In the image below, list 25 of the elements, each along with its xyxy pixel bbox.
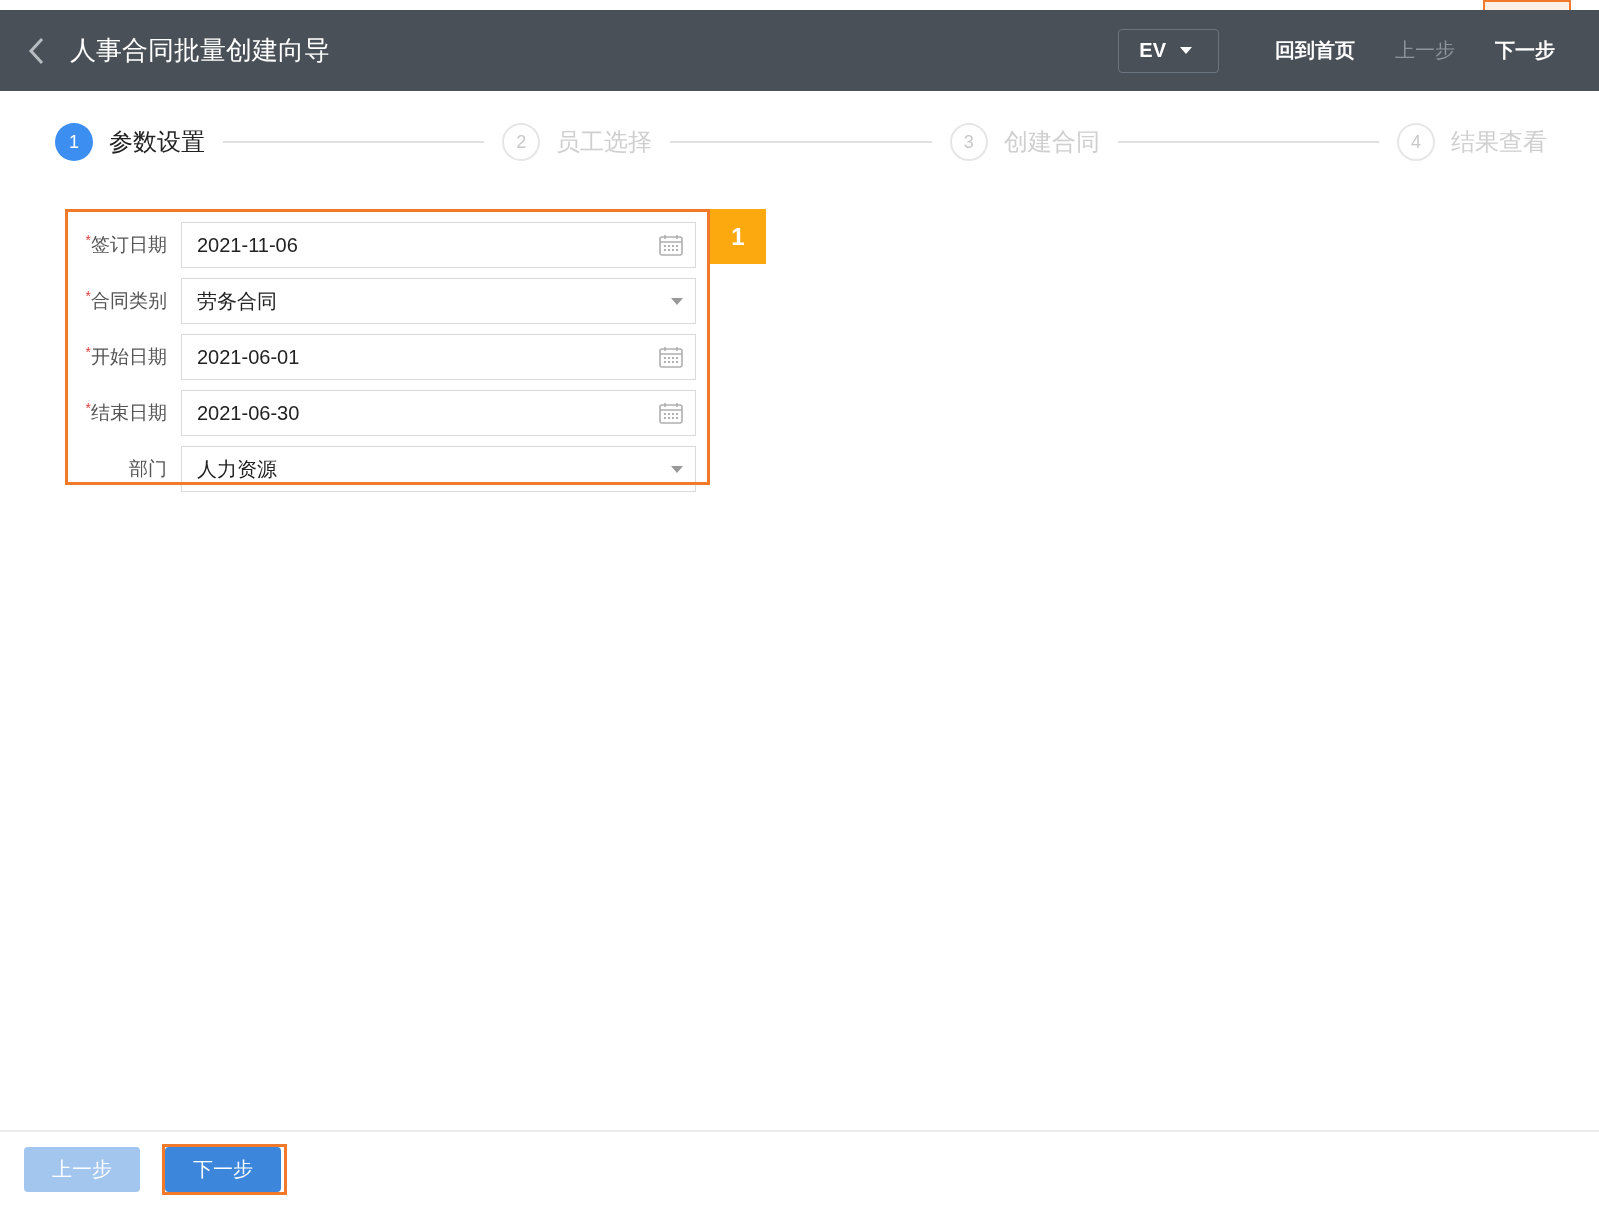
dropdown-caret-icon[interactable] <box>671 465 683 473</box>
step-label[interactable]: 参数设置 <box>109 126 205 158</box>
caret-icon <box>1180 47 1192 54</box>
field-label: *签订日期 <box>84 232 168 257</box>
calendar-icon[interactable] <box>659 234 683 256</box>
select-field[interactable]: 人力资源 <box>181 446 696 492</box>
select-field[interactable]: 劳务合同 <box>181 278 696 324</box>
dropdown-caret-icon[interactable] <box>671 297 683 305</box>
date-field[interactable]: 2021-06-01 <box>181 334 696 380</box>
window-title: 人事合同批量创建向导 <box>70 34 331 67</box>
annotation-badge: 1 <box>710 209 766 264</box>
header-link[interactable]: 回到首页 <box>1275 33 1355 68</box>
step-number: 1 <box>55 123 93 161</box>
field-label: 部门 <box>128 457 168 481</box>
calendar-icon[interactable] <box>659 346 683 368</box>
step-button[interactable]: 下一步 <box>165 1147 281 1192</box>
language-dropdown[interactable]: EV <box>1118 28 1219 73</box>
field-label: *合同类别 <box>84 288 168 313</box>
back-icon[interactable] <box>28 36 44 65</box>
calendar-icon[interactable] <box>659 402 683 424</box>
field-label: *开始日期 <box>84 344 168 369</box>
field-label: *结束日期 <box>84 400 168 425</box>
date-field[interactable]: 2021-06-30 <box>181 390 696 436</box>
header-link[interactable]: 下一步 <box>1495 33 1555 68</box>
date-field[interactable]: 2021-11-06 <box>181 222 696 268</box>
